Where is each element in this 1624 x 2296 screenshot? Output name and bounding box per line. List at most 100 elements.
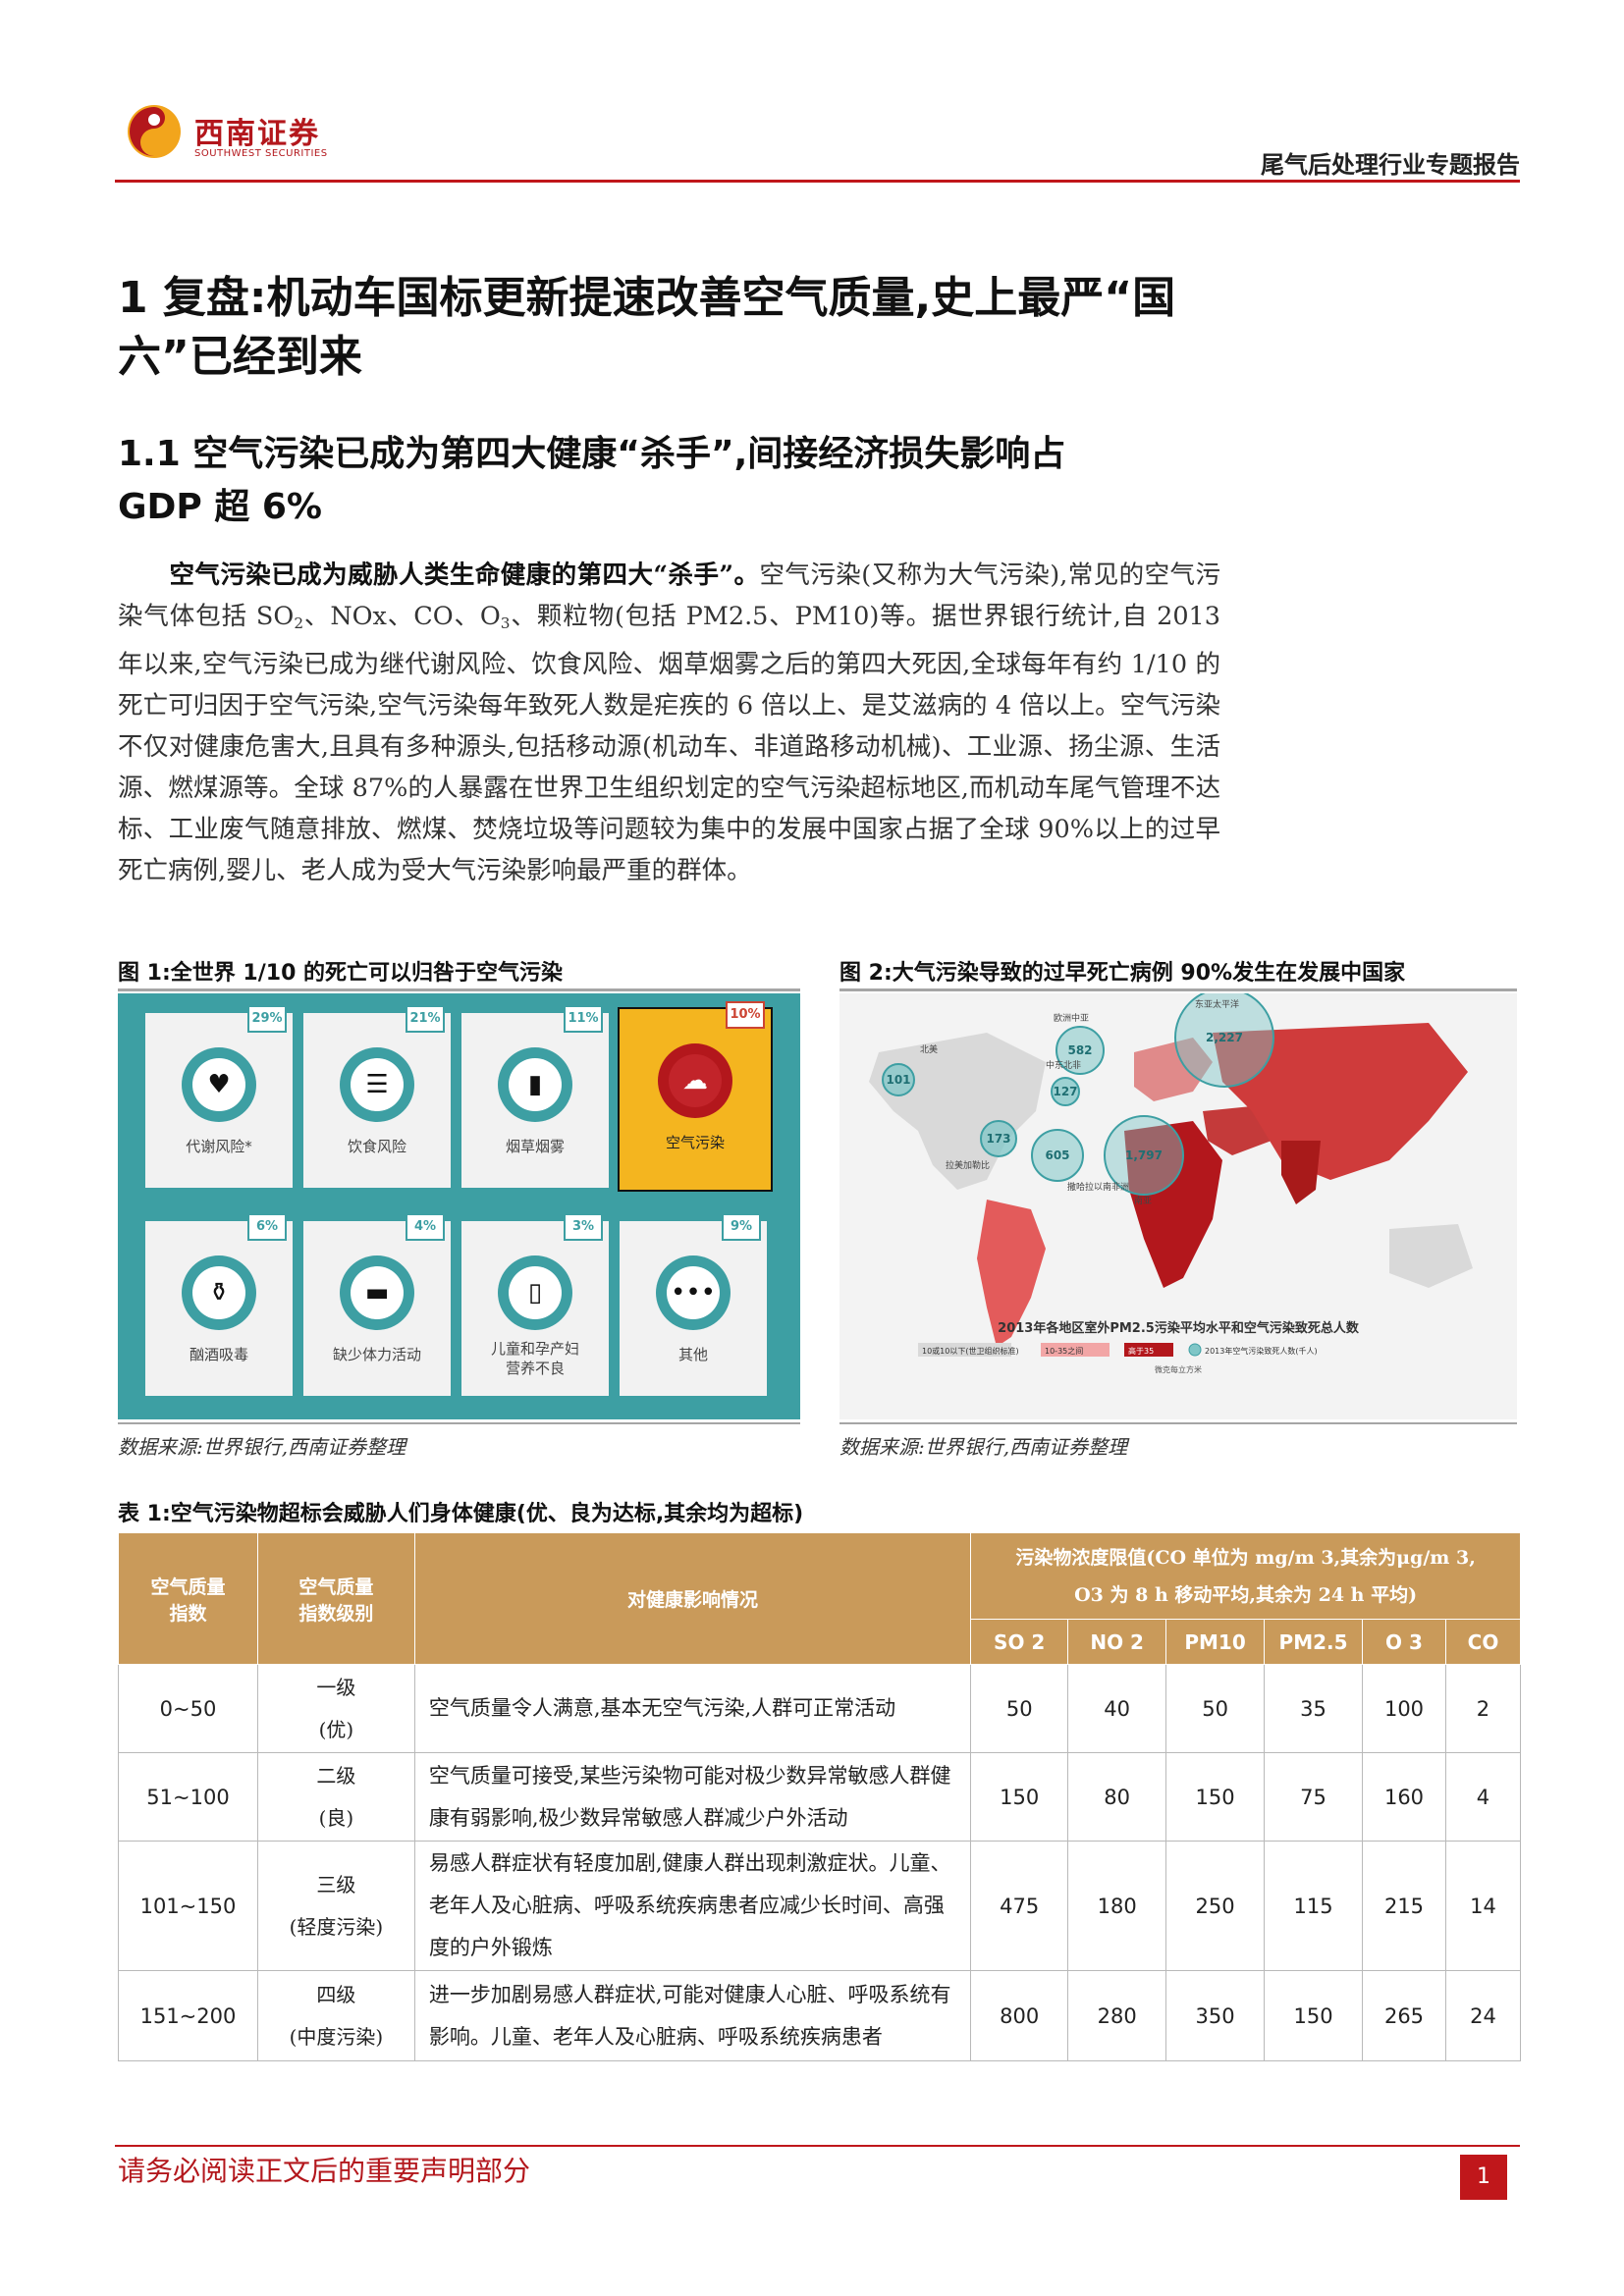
- cell-aqi: 51~100: [118, 1752, 258, 1842]
- para-text-2: 、NOx、CO、O: [303, 602, 501, 631]
- map-legend: 10或10以下(世卫组织标准) 10-35之间 高于35 2013年空气污染致死…: [918, 1343, 1318, 1374]
- cell-pm25: 35: [1264, 1664, 1364, 1753]
- cell-desc: 进一步加剧易感人群症状,可能对健康人心脏、呼吸系统有影响。儿童、老年人及心脏病、…: [413, 1970, 972, 2061]
- bubble-label-europe: 582: [1067, 1043, 1092, 1057]
- level-line1: 二级: [316, 1763, 356, 1788]
- tile-percent: 3%: [564, 1213, 603, 1241]
- legend-item-3: 高于35: [1128, 1346, 1154, 1356]
- aqi-table: 空气质量指数 空气质量 指数级别 对健康影响情况 污染物浓度限值(CO 单位为 m…: [118, 1532, 1522, 2061]
- risk-tile: 6% ⚱ 酗酒吸毒: [145, 1213, 293, 1396]
- cell-pm25: 115: [1264, 1841, 1364, 1971]
- cell-o3: 215: [1362, 1841, 1446, 1971]
- tile-percent: 29%: [247, 1005, 287, 1033]
- region-label-south-asia: 南亚: [1134, 1195, 1152, 1206]
- figure2-caption: 图 2:大气污染导致的过早死亡病例 90%发生在发展中国家: [839, 961, 1406, 986]
- tile-label: 烟草烟雾: [505, 1138, 565, 1155]
- figure1-risk-tiles: 29% ♥ 代谢风险* 21% ☰ 饮食风险 11% ▮ 烟草烟雾 10% ☁ …: [118, 993, 800, 1419]
- region-label-north-america: 北美: [920, 1043, 938, 1055]
- cell-level: 四级 (中度污染): [256, 1970, 415, 2061]
- dots-icon: •••: [670, 1278, 716, 1308]
- region-label-mena: 中东北非: [1046, 1059, 1081, 1071]
- burger-icon: ☰: [365, 1070, 389, 1099]
- body-paragraph: 空气污染已成为威胁人类生命健康的第四大“杀手”。空气污染(又称为大气污染),常见…: [118, 555, 1220, 891]
- report-title: 尾气后处理行业专题报告: [1261, 150, 1520, 179]
- table1-caption: 表 1:空气污染物超标会威胁人们身体健康(优、良为达标,其余均为超标): [118, 1502, 804, 1526]
- cell-aqi: 101~150: [118, 1841, 258, 1971]
- page-number: 1: [1460, 2155, 1507, 2200]
- world-map-svg: 101 582 127 2,227 173 605 1,797 北美 欧洲中亚 …: [869, 988, 1473, 1374]
- bubble-label-south-asia: 1,797: [1125, 1148, 1163, 1162]
- header-limits-line1: 污染物浓度限值(CO 单位为 mg/m 3,其余为μg/m 3,: [1015, 1546, 1476, 1569]
- cell-no2: 40: [1067, 1664, 1167, 1753]
- level-line2: (优): [318, 1717, 354, 1741]
- risk-tile-highlight: 10% ☁ 空气污染: [618, 1001, 773, 1192]
- cell-pm10: 150: [1165, 1752, 1266, 1842]
- section-heading-line1: 1 复盘:机动车国标更新提速改善空气质量,史上最严“国: [118, 273, 1176, 323]
- figure2-world-map: 101 582 127 2,227 173 605 1,797 北美 欧洲中亚 …: [839, 988, 1517, 1419]
- legend-item-2: 10-35之间: [1045, 1346, 1083, 1356]
- tile-label-line2: 营养不良: [505, 1360, 565, 1377]
- cell-co: 24: [1444, 1970, 1522, 2061]
- header-level: 空气质量 指数级别: [256, 1532, 415, 1665]
- cell-so2: 800: [970, 1970, 1069, 2061]
- bubble-label-mena: 127: [1053, 1085, 1077, 1098]
- tile-percent: 11%: [564, 1005, 603, 1033]
- cell-o3: 160: [1362, 1752, 1446, 1842]
- level-line2: (良): [318, 1805, 354, 1830]
- so2-subscript: 2: [294, 614, 304, 632]
- region-label-europe: 欧洲中亚: [1054, 1012, 1089, 1024]
- figure1-caption: 图 1:全世界 1/10 的死亡可以归咎于空气污染: [118, 961, 564, 986]
- cell-desc: 空气质量可接受,某些污染物可能对极少数异常敏感人群健康有弱影响,极少数异常敏感人…: [413, 1752, 972, 1842]
- tile-label: 其他: [677, 1346, 708, 1363]
- legend-item-1: 10或10以下(世卫组织标准): [922, 1346, 1019, 1356]
- header-health: 对健康影响情况: [413, 1532, 972, 1665]
- map-title: 2013年各地区室外PM2.5污染平均水平和空气污染致死总人数: [998, 1320, 1360, 1336]
- cell-no2: 280: [1067, 1970, 1167, 2061]
- level-line1: 三级: [316, 1872, 356, 1896]
- heart-icon: ♥: [207, 1070, 231, 1099]
- cell-o3: 265: [1362, 1970, 1446, 2061]
- tile-label: 儿童和孕产妇 营养不良: [461, 1339, 609, 1378]
- header-aqi: 空气质量 指数: [118, 1532, 258, 1665]
- header-aqi-line1: 空气质量: [150, 1575, 226, 1598]
- risk-tile: 29% ♥ 代谢风险*: [145, 1005, 293, 1188]
- section-heading-line2: 六”已经到来: [118, 332, 362, 382]
- tile-percent: 9%: [722, 1213, 761, 1241]
- tile-label: 缺少体力活动: [332, 1346, 421, 1363]
- cell-level: 一级 (优): [256, 1664, 415, 1753]
- cell-desc: 易感人群症状有轻度加剧,健康人群出现刺激症状。儿童、老年人及心脏病、呼吸系统疾病…: [413, 1841, 972, 1971]
- risk-tile: 21% ☰ 饮食风险: [303, 1005, 451, 1188]
- header-limits: 污染物浓度限值(CO 单位为 mg/m 3,其余为μg/m 3, O3 为 8 h…: [970, 1532, 1521, 1620]
- logo-text-cn: 西南证券: [194, 117, 320, 151]
- level-line2: (中度污染): [289, 2024, 384, 2049]
- figure2-bottom-rule: [839, 1422, 1517, 1424]
- risk-tile: 9% ••• 其他: [620, 1213, 767, 1396]
- figure1-source: 数据来源:世界银行,西南证券整理: [118, 1435, 406, 1459]
- header-level-line1: 空气质量: [298, 1575, 374, 1598]
- bubble-label-latam: 173: [986, 1132, 1010, 1146]
- cell-pm10: 350: [1165, 1970, 1266, 2061]
- header-co: CO: [1444, 1619, 1522, 1665]
- company-logo: 西南证券 SOUTHWEST SECURITIES: [126, 101, 361, 170]
- cell-no2: 80: [1067, 1752, 1167, 1842]
- cell-o3: 100: [1362, 1664, 1446, 1753]
- tile-percent: 21%: [406, 1005, 445, 1033]
- tile-percent: 10%: [726, 1001, 765, 1029]
- level-line1: 一级: [316, 1675, 356, 1699]
- cell-co: 14: [1444, 1841, 1522, 1971]
- figure1-top-rule: [118, 988, 800, 991]
- subsection-heading-line1: 1.1 空气污染已成为第四大健康“杀手”,间接经济损失影响占: [118, 434, 1066, 474]
- header-aqi-line2: 指数: [169, 1602, 207, 1625]
- cell-aqi: 151~200: [118, 1970, 258, 2061]
- cell-so2: 50: [970, 1664, 1069, 1753]
- logo-text-en: SOUTHWEST SECURITIES: [194, 148, 328, 159]
- tile-label-line1: 儿童和孕产妇: [490, 1340, 579, 1358]
- tile-label: 空气污染: [665, 1134, 725, 1151]
- cell-level: 二级 (良): [256, 1752, 415, 1842]
- footer-divider: [115, 2145, 1520, 2147]
- bubble-label-ssa: 605: [1045, 1148, 1069, 1162]
- bottle-icon: ⚱: [208, 1278, 230, 1308]
- header-pm25: PM2.5: [1264, 1619, 1364, 1665]
- header-o3: O 3: [1362, 1619, 1446, 1665]
- para-text-3: 、颗粒物(包括 PM2.5、PM10)等。据世界银行统计,自 2013 年以来,…: [118, 602, 1220, 885]
